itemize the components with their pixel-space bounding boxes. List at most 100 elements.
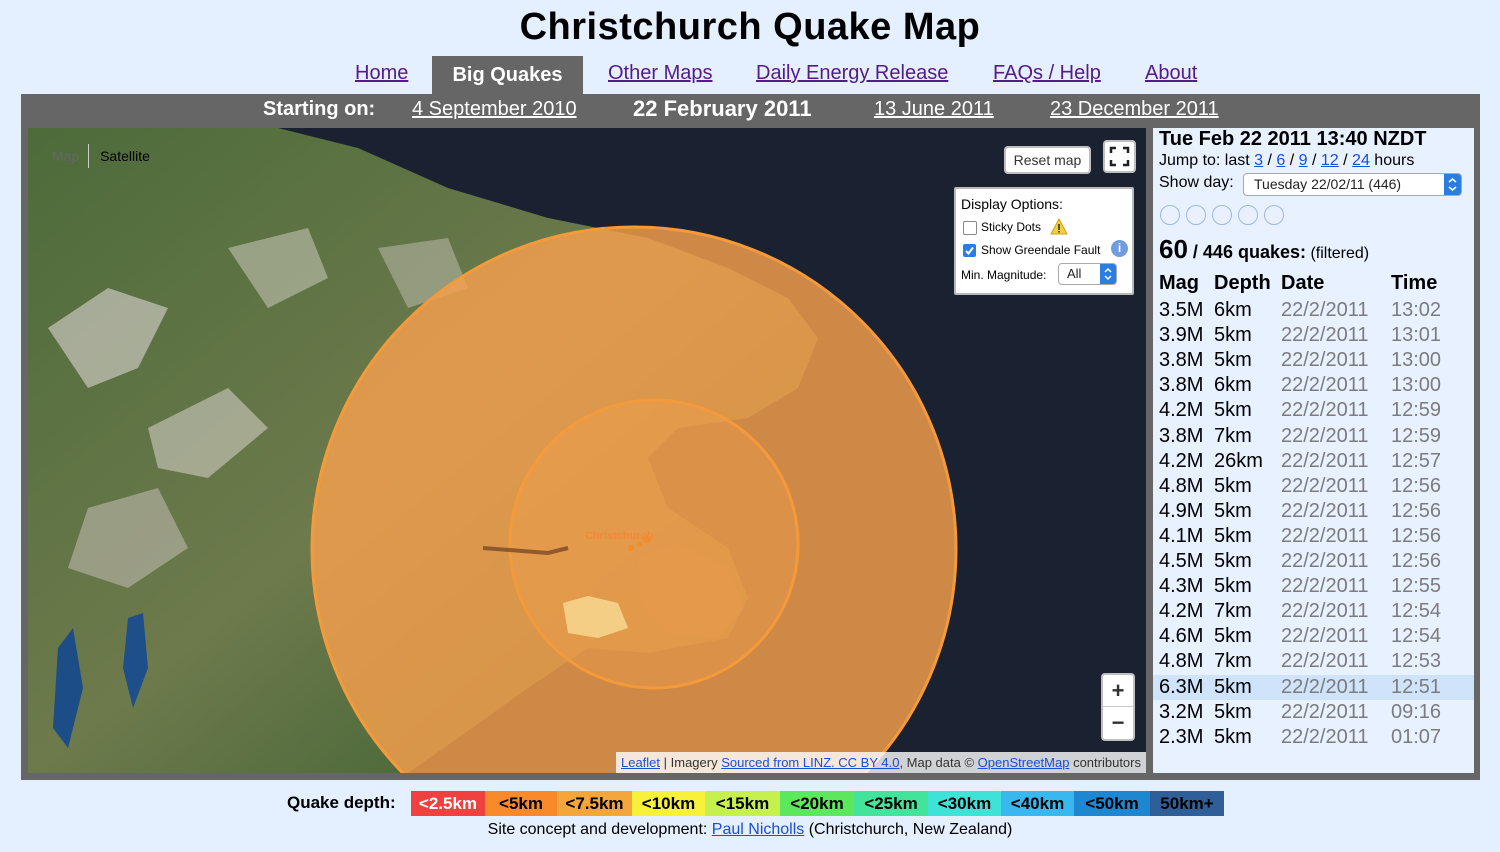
- quake-depth: 26km: [1214, 449, 1263, 472]
- quake-row[interactable]: 3.8M 5km 22/2/2011 13:00: [1153, 348, 1474, 373]
- quake-row[interactable]: 4.8M 7km 22/2/2011 12:53: [1153, 649, 1474, 674]
- author-link[interactable]: Paul Nicholls: [712, 821, 804, 838]
- nav-big-quakes-tab[interactable]: Big Quakes: [432, 56, 583, 94]
- depth-legend-item: <2.5km: [411, 791, 485, 816]
- play-icon[interactable]: [1212, 205, 1232, 225]
- jump-12h-link[interactable]: 12: [1321, 152, 1339, 169]
- quake-row[interactable]: 4.1M 5km 22/2/2011 12:56: [1153, 524, 1474, 549]
- quake-date: 22/2/2011: [1281, 424, 1369, 447]
- quake-time: 13:00: [1391, 349, 1442, 372]
- site-footer: Site concept and development: Paul Nicho…: [0, 821, 1500, 839]
- show-fault-checkbox[interactable]: [963, 244, 976, 257]
- quake-time: 12:56: [1391, 550, 1442, 572]
- sticky-dots-checkbox[interactable]: [963, 221, 977, 235]
- quake-row[interactable]: 3.5M 6km 22/2/2011 13:02: [1153, 298, 1474, 323]
- quake-row[interactable]: 4.9M 5km 22/2/2011 12:56: [1153, 499, 1474, 524]
- nav-about-link[interactable]: About: [1145, 62, 1197, 85]
- quake-date: 22/2/2011: [1281, 299, 1369, 321]
- quake-time: 12:55: [1391, 575, 1442, 598]
- quake-row[interactable]: 4.2M 7km 22/2/2011 12:54: [1153, 599, 1474, 624]
- skip-back-icon[interactable]: [1160, 205, 1180, 225]
- nav-other-maps-link[interactable]: Other Maps: [608, 62, 712, 85]
- quake-magnitude: 2.3M: [1159, 725, 1204, 748]
- leaflet-link[interactable]: Leaflet: [621, 755, 660, 770]
- quake-row[interactable]: 4.2M 5km 22/2/2011 12:59: [1153, 398, 1474, 423]
- quake-time: 12:54: [1391, 600, 1442, 623]
- show-day-select[interactable]: Tuesday 22/02/11 (446): [1243, 173, 1462, 196]
- skip-forward-icon[interactable]: [1264, 205, 1284, 225]
- header-mag: Mag: [1159, 272, 1199, 294]
- map-view[interactable]: Christchurch Map Satellite Reset map Dis…: [28, 128, 1146, 773]
- quake-count-filtered: (filtered): [1306, 245, 1370, 262]
- quake-date: 22/2/2011: [1281, 700, 1369, 723]
- jump-6h-link[interactable]: 6: [1276, 152, 1285, 169]
- quake-magnitude: 3.8M: [1159, 374, 1204, 397]
- reset-map-button[interactable]: Reset map: [1004, 146, 1091, 174]
- quake-row[interactable]: 3.2M 5km 22/2/2011 09:16: [1153, 700, 1474, 725]
- warning-icon[interactable]: [1050, 218, 1068, 235]
- depth-legend-item: <25km: [854, 791, 928, 816]
- quake-time: 13:02: [1391, 299, 1442, 321]
- date-link-jun-2011[interactable]: 13 June 2011: [874, 98, 994, 121]
- quake-magnitude: 3.2M: [1159, 700, 1204, 723]
- quake-count-shown: 60: [1159, 234, 1188, 264]
- fullscreen-icon: [1109, 146, 1130, 167]
- quake-time: 13:00: [1391, 374, 1442, 397]
- info-icon[interactable]: i: [1111, 240, 1128, 257]
- header-depth: Depth: [1214, 272, 1271, 294]
- quake-row[interactable]: 3.8M 7km 22/2/2011 12:59: [1153, 424, 1474, 449]
- zoom-out-button[interactable]: −: [1103, 707, 1133, 738]
- zoom-control: + −: [1101, 673, 1135, 741]
- quake-row[interactable]: 4.6M 5km 22/2/2011 12:54: [1153, 624, 1474, 649]
- quake-time: 12:53: [1391, 650, 1442, 673]
- quake-row[interactable]: 3.9M 5km 22/2/2011 13:01: [1153, 323, 1474, 348]
- quake-time: 12:59: [1391, 399, 1442, 422]
- date-link-sep-2010[interactable]: 4 September 2010: [412, 98, 577, 121]
- rewind-icon[interactable]: [1186, 205, 1206, 225]
- nav-home-link[interactable]: Home: [355, 62, 408, 85]
- attribution-contrib-text: contributors: [1069, 755, 1141, 770]
- quake-row[interactable]: 4.5M 5km 22/2/2011 12:56: [1153, 549, 1474, 574]
- nav-daily-energy-link[interactable]: Daily Energy Release: [756, 62, 948, 85]
- quake-date: 22/2/2011: [1281, 524, 1369, 547]
- quake-row[interactable]: 4.3M 5km 22/2/2011 12:55: [1153, 574, 1474, 599]
- attribution-mapdata-text: , Map data ©: [899, 755, 978, 770]
- quake-magnitude: 4.1M: [1159, 524, 1204, 547]
- quake-row[interactable]: 3.8M 6km 22/2/2011 13:00: [1153, 373, 1474, 398]
- sticky-dots-label: Sticky Dots: [981, 220, 1042, 234]
- depth-legend-item: <40km: [1001, 791, 1074, 816]
- quake-list-panel: Tue Feb 22 2011 13:40 NZDT Jump to: last…: [1153, 128, 1474, 773]
- quake-magnitude: 6.3M: [1159, 675, 1204, 698]
- map-attribution: Leaflet | Imagery Sourced from LINZ. CC …: [615, 752, 1146, 773]
- quake-row[interactable]: 4.2M 26km 22/2/2011 12:57: [1153, 449, 1474, 474]
- quake-time: 12:51: [1391, 675, 1442, 698]
- quake-time: 13:01: [1391, 324, 1442, 347]
- date-link-dec-2011[interactable]: 23 December 2011: [1050, 98, 1219, 121]
- quake-depth: 5km: [1214, 675, 1252, 698]
- quake-time: 12:56: [1391, 524, 1442, 547]
- depth-legend-item: 50km+: [1150, 791, 1224, 816]
- quake-count: 60 / 446 quakes: (filtered): [1159, 234, 1369, 265]
- quake-time: 01:07: [1391, 725, 1442, 748]
- checkmark-icon: [965, 246, 974, 256]
- quake-row[interactable]: 2.3M 5km 22/2/2011 01:07: [1153, 725, 1474, 750]
- jump-3h-link[interactable]: 3: [1254, 152, 1263, 169]
- quake-row[interactable]: 6.3M 5km 22/2/2011 12:51: [1153, 674, 1474, 700]
- linz-link[interactable]: Sourced from LINZ. CC BY 4.0: [721, 755, 899, 770]
- depth-legend-item: <20km: [780, 791, 854, 816]
- zoom-in-button[interactable]: +: [1103, 675, 1133, 707]
- jump-24h-link[interactable]: 24: [1352, 152, 1370, 169]
- show-fault-label: Show Greendale Fault: [981, 243, 1101, 257]
- quake-date: 22/2/2011: [1281, 449, 1369, 472]
- min-magnitude-select[interactable]: All: [1058, 263, 1117, 285]
- quake-date: 22/2/2011: [1281, 499, 1369, 522]
- quake-magnitude: 4.9M: [1159, 499, 1204, 522]
- jump-9h-link[interactable]: 9: [1299, 152, 1308, 169]
- quake-row[interactable]: 4.8M 5km 22/2/2011 12:56: [1153, 474, 1474, 499]
- fullscreen-button[interactable]: [1103, 140, 1136, 173]
- nav-faqs-link[interactable]: FAQs / Help: [993, 62, 1101, 85]
- osm-link[interactable]: OpenStreetMap: [978, 755, 1070, 770]
- fast-forward-icon[interactable]: [1238, 205, 1258, 225]
- starting-on-label: Starting on:: [263, 98, 376, 120]
- select-arrows-icon: [1100, 264, 1116, 284]
